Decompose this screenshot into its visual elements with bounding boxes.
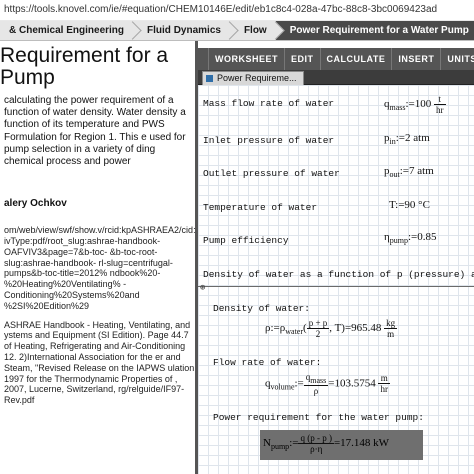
temperature-equation[interactable]: T:=90 °C [389, 199, 430, 211]
references: om/web/view/swf/show.v/rcid:kpASHRAEA2/c… [4, 225, 195, 406]
density-unit-denominator: m [387, 329, 395, 339]
worksheet-tab[interactable]: Power Requireme... [202, 71, 304, 85]
region-toggle-icon[interactable]: ⊕ [200, 283, 205, 293]
power-result-box[interactable]: Npump:= q (p - p ) ρ·η =17.148 kW [260, 430, 423, 460]
flow-unit-numerator: m [378, 373, 390, 385]
efficiency-label: Pump efficiency [203, 235, 289, 246]
density-denominator: 2 [315, 329, 321, 339]
reference-citation: ASHRAE Handbook - Heating, Ventilating, … [4, 319, 195, 406]
flow-unit-denominator: hr [380, 384, 388, 395]
inlet-pressure-label: Inlet pressure of water [203, 135, 335, 146]
power-result: 17.148 kW [340, 437, 390, 450]
mass-flow-unit-numerator: t [434, 94, 446, 105]
density-equation[interactable]: ρ:=ρwater(p + p2, T)=965.48 kg m [265, 318, 398, 339]
inlet-pressure-value: 2 atm [405, 132, 430, 144]
page-title: Requirement for a Pump [0, 45, 195, 89]
address-text: https://tools.knovel.com/ie/#equation/CH… [4, 4, 438, 15]
flow-result: 103.5754 [334, 377, 376, 390]
author-name: alery Ochkov [4, 198, 67, 210]
page-title-line-1: Requirement for a [0, 44, 169, 67]
insert-menu[interactable]: INSERT [392, 48, 442, 70]
power-label: Power requirement for the water pump: [213, 412, 424, 423]
breadcrumb-current-page: Power Requirement for a Water Pump [275, 21, 474, 40]
description-panel: Requirement for a Pump calculating the p… [0, 41, 195, 474]
temperature-label: Temperature of water [203, 202, 318, 213]
address-bar[interactable]: https://tools.knovel.com/ie/#equation/CH… [0, 0, 474, 21]
calculate-menu[interactable]: CALCULATE [321, 48, 393, 70]
edit-menu[interactable]: EDIT [285, 48, 321, 70]
mass-flow-unit-denominator: hr [436, 105, 444, 115]
inlet-pressure-equation[interactable]: pin:=2 atm [384, 132, 430, 146]
worksheet-menu[interactable]: WORKSHEET [209, 48, 285, 70]
breadcrumb-chemical-engineering[interactable]: & Chemical Engineering [0, 21, 134, 40]
worksheet-canvas[interactable]: Mass flow rate of water qmass:=100 t hr I… [198, 85, 474, 474]
flow-numerator-subscript: mass [310, 375, 327, 385]
power-numerator: q (p - p ) [298, 433, 334, 444]
flow-equation[interactable]: qvolume:= qmass ρ =103.5754 m hr [265, 372, 390, 396]
mass-flow-label: Mass flow rate of water [203, 98, 335, 109]
outlet-pressure-equation[interactable]: pout:=7 atm [384, 165, 434, 179]
efficiency-value: 0.85 [417, 231, 437, 243]
outlet-pressure-value: 7 atm [409, 165, 434, 177]
flow-denominator: ρ [313, 385, 319, 396]
outlet-pressure-subscript: out [389, 170, 400, 180]
density-heading: Density of water as a function of p (pre… [203, 269, 474, 280]
density-numerator: p + p [306, 318, 330, 329]
worksheet-tab-label: Power Requireme... [217, 73, 297, 83]
grip-handle[interactable] [198, 48, 209, 70]
density-label: Density of water: [213, 303, 310, 314]
worksheet-tab-bar: Power Requireme... [198, 70, 474, 85]
breadcrumb-fluid-dynamics[interactable]: Fluid Dynamics [133, 21, 230, 40]
mass-flow-value: 100 [414, 98, 432, 111]
page-title-line-2: Pump [0, 66, 55, 89]
density-result: 965.48 [351, 322, 382, 335]
description-text: calculating the power requirement of a f… [4, 95, 186, 168]
worksheet-toolbar: WORKSHEET EDIT CALCULATE INSERT UNITS [198, 48, 474, 70]
flow-label: Flow rate of water: [213, 357, 322, 368]
power-symbol: N [263, 437, 271, 450]
density-subscript: water [285, 327, 304, 337]
efficiency-equation[interactable]: ηpump:=0.85 [384, 231, 437, 245]
efficiency-subscript: pump [389, 236, 408, 246]
breadcrumb: & Chemical Engineering Fluid Dynamics Flow… [0, 20, 474, 41]
flow-subscript: volume [270, 382, 295, 392]
worksheet-icon [206, 75, 213, 82]
reference-link[interactable]: om/web/view/swf/show.v/rcid:kpASHRAEA2/c… [4, 225, 195, 311]
region-divider [198, 286, 474, 287]
outlet-pressure-label: Outlet pressure of water [203, 168, 340, 179]
power-subscript: pump [270, 442, 290, 452]
density-symbol: ρ:=ρ [265, 322, 286, 335]
units-menu[interactable]: UNITS [441, 48, 474, 70]
power-equation: Npump:= q (p - p ) ρ·η =17.148 kW [263, 433, 390, 454]
inlet-pressure-subscript: in [389, 137, 396, 147]
mass-flow-subscript: mass [389, 103, 406, 113]
mass-flow-equation[interactable]: qmass:=100 t hr [384, 94, 446, 115]
density-unit-numerator: kg [384, 318, 398, 329]
power-denominator: ρ·η [310, 444, 323, 454]
